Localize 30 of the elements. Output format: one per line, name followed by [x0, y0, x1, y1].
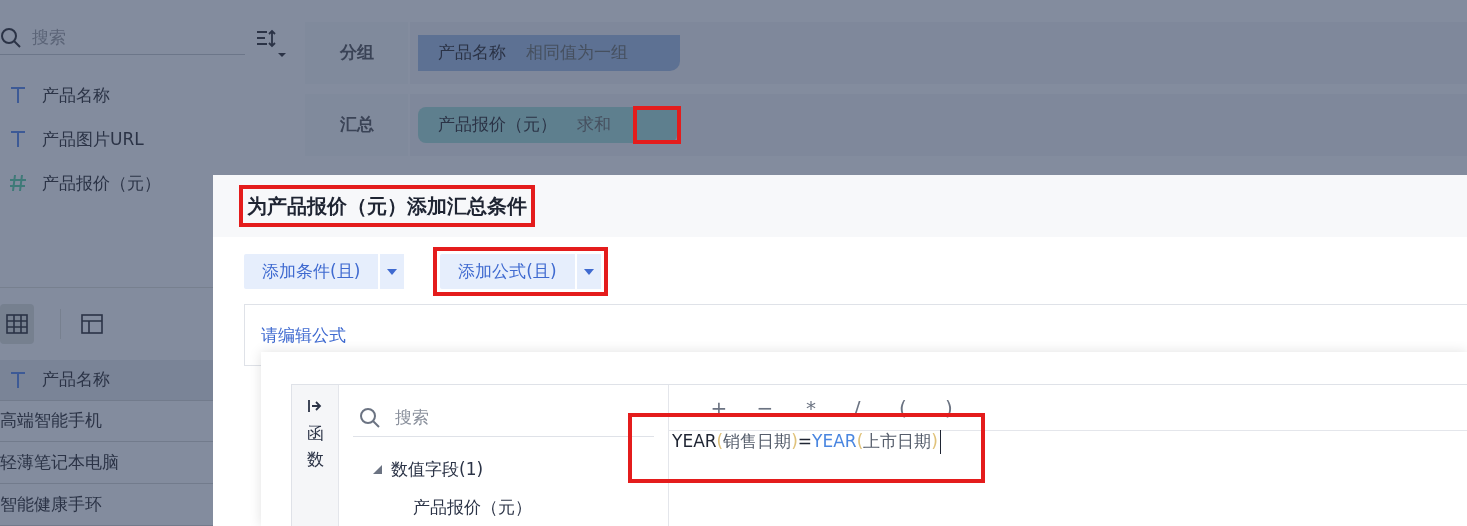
search-icon — [359, 406, 381, 429]
layout-icon — [81, 314, 103, 335]
sort-button[interactable] — [255, 28, 287, 58]
caret-icon — [583, 268, 594, 275]
add-button[interactable]: 添加公式(且) — [440, 254, 575, 289]
field-item[interactable]: 产品图片URL — [0, 117, 245, 162]
search-icon — [0, 27, 22, 50]
grid-icon — [6, 314, 28, 335]
table-cell-text: 高端智能手机 — [0, 409, 102, 433]
text-type-icon — [8, 129, 28, 150]
table-cell-text: 智能健康手环 — [0, 492, 102, 516]
collapse-icon — [308, 399, 322, 413]
table-cell-text: 轻薄笔记本电脑 — [0, 451, 119, 475]
dropdown-button[interactable] — [380, 254, 405, 289]
caret-icon — [387, 268, 398, 275]
tree-node[interactable]: 数值字段(1) — [353, 457, 668, 483]
function-tab[interactable]: 函数 — [292, 385, 339, 526]
text-type-icon — [8, 369, 28, 390]
tree-item[interactable]: 产品报价（元） — [353, 494, 668, 520]
field-item[interactable]: 产品报价（元） — [0, 161, 245, 206]
dropdown-button[interactable] — [576, 254, 601, 289]
text-type-icon — [8, 85, 28, 106]
add-button[interactable]: 添加条件(且) — [244, 254, 379, 289]
grid-view-button[interactable] — [0, 304, 34, 345]
field-item[interactable]: 产品名称 — [0, 73, 245, 118]
formula-editor[interactable]: YEAR(销售日期)=YEAR(上市日期) — [672, 429, 961, 465]
sort-icon — [255, 28, 287, 58]
number-type-icon — [8, 173, 28, 194]
operator-button[interactable]: * — [791, 392, 831, 423]
operator-button[interactable]: − — [745, 392, 785, 423]
